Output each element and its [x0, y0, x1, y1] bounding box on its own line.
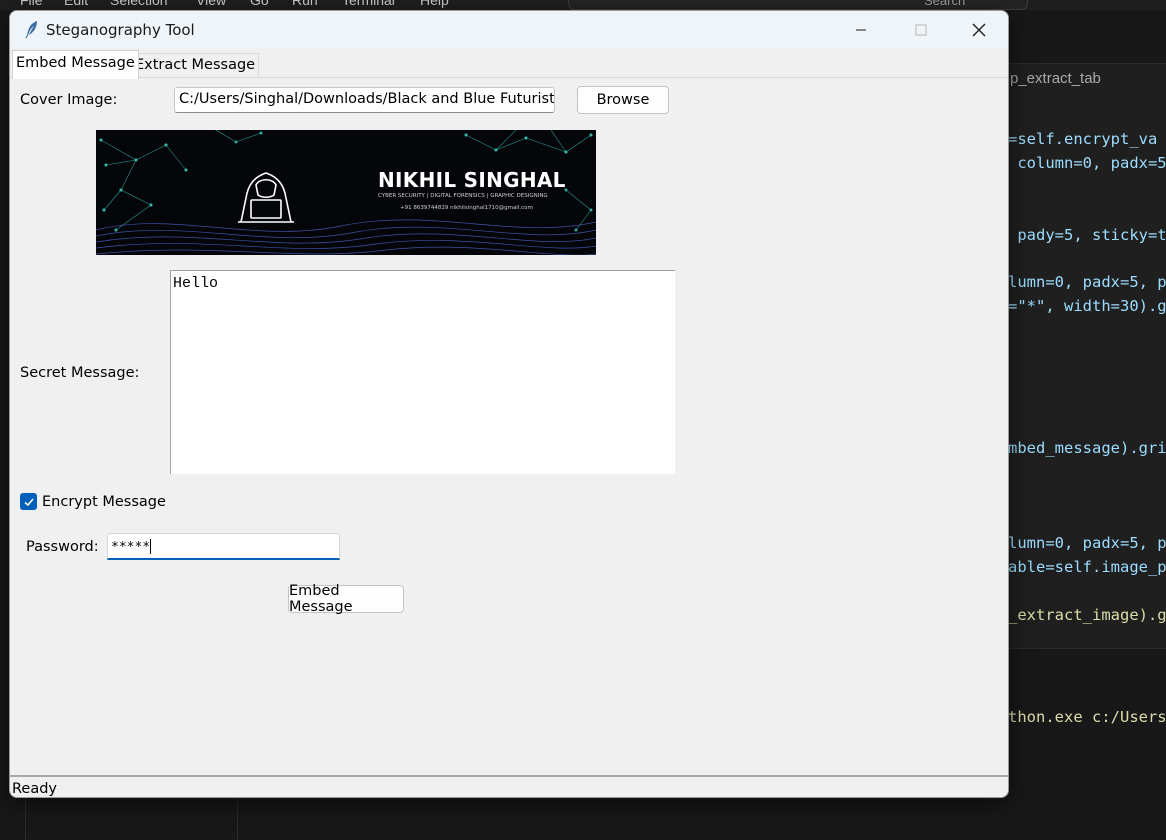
tab-embed-message[interactable]: Embed Message	[12, 50, 139, 79]
code-line: able=self.image_p	[1008, 558, 1166, 576]
menu-edit[interactable]: Edit	[64, 0, 88, 8]
minimize-button[interactable]	[832, 11, 890, 48]
code-line: column=0, padx=5	[1008, 154, 1166, 172]
embed-message-button[interactable]: Embed Message	[288, 583, 404, 615]
status-bar: Ready	[10, 775, 1008, 797]
code-line: pady=5, sticky=t	[1008, 226, 1166, 244]
close-icon	[972, 23, 986, 36]
code-line: =self.encrypt_va	[1008, 130, 1158, 148]
tab-extract-message[interactable]: Extract Message	[131, 53, 260, 77]
maximize-icon	[915, 24, 927, 35]
window-title: Steganography Tool	[46, 21, 195, 39]
search-placeholder: Search	[924, 0, 966, 8]
password-value: *****	[111, 540, 151, 555]
code-line: mbed_message).gri	[1008, 439, 1166, 457]
menu-go[interactable]: Go	[250, 0, 269, 8]
code-line: lumn=0, padx=5, p	[1008, 273, 1166, 291]
vscode-breadcrumb[interactable]: p_extract_tab	[1010, 70, 1101, 87]
password-field[interactable]: *****	[107, 533, 340, 560]
feather-icon	[25, 21, 37, 39]
code-line: _extract_image).g	[1008, 606, 1166, 624]
menu-run[interactable]: Run	[292, 0, 318, 8]
cover-image-preview: NIKHIL SINGHAL CYBER SECURITY | DIGITAL …	[96, 130, 596, 255]
secret-message-label: Secret Message:	[20, 365, 140, 381]
menu-view[interactable]: View	[196, 0, 226, 8]
cover-image-path-field[interactable]: C:/Users/Singhal/Downloads/Black and Blu…	[174, 87, 555, 113]
menu-selection[interactable]: Selection	[110, 0, 168, 8]
browse-button[interactable]: Browse	[577, 86, 669, 114]
code-line: lumn=0, padx=5, p	[1008, 534, 1166, 552]
encrypt-checkbox[interactable]	[20, 493, 37, 510]
minimize-icon	[856, 29, 866, 30]
code-line: ="*", width=30).g	[1008, 297, 1166, 315]
close-button[interactable]	[950, 11, 1008, 48]
password-label: Password:	[26, 539, 99, 555]
status-text: Ready	[12, 781, 58, 797]
banner-contact: +91 8639744829 nikhilsinghal1710@gmail.c…	[400, 205, 533, 211]
text-caret	[150, 539, 152, 554]
banner-subtitle: CYBER SECURITY | DIGITAL FORENSICS | GRA…	[378, 193, 548, 199]
cover-image-label: Cover Image:	[20, 92, 118, 108]
menu-terminal[interactable]: Terminal	[342, 0, 395, 8]
secret-message-textarea[interactable]: Hello	[170, 270, 675, 474]
banner-name: NIKHIL SINGHAL	[378, 168, 566, 192]
menu-file[interactable]: File	[20, 0, 43, 8]
hacker-icon	[238, 172, 294, 223]
menu-help[interactable]: Help	[420, 0, 449, 8]
terminal-line: thon.exe c:/Users/S	[1008, 708, 1166, 726]
vscode-search-box[interactable]: Search	[568, 0, 1028, 10]
maximize-button[interactable]	[892, 11, 950, 48]
encrypt-message-label[interactable]: Encrypt Message	[42, 494, 166, 510]
notebook-tabs: Embed Message Extract Message	[10, 48, 1008, 79]
app-window: Steganography Tool Embed Message Extract…	[9, 10, 1009, 798]
title-bar[interactable]: Steganography Tool	[10, 11, 1008, 48]
checkmark-icon	[23, 497, 34, 506]
